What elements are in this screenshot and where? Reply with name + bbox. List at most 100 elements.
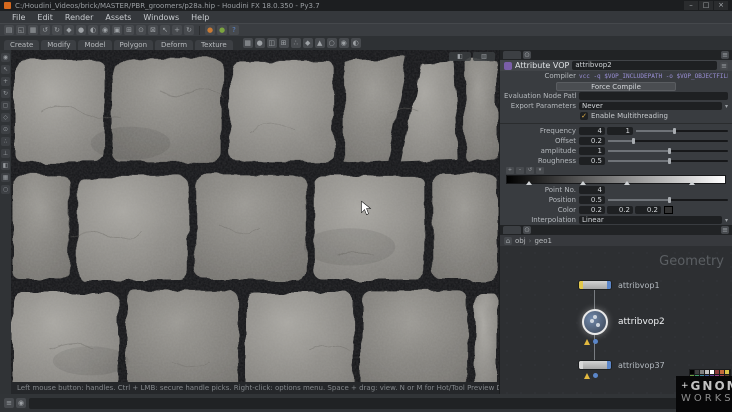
camera-tool-icon[interactable]: ◐ — [350, 38, 361, 48]
ramp-presets-icon[interactable]: ▾ — [536, 166, 544, 174]
roughness-slider[interactable] — [608, 157, 728, 165]
ramp-point-field[interactable]: 4 — [579, 186, 605, 194]
home-icon[interactable]: ⌂ — [504, 236, 512, 245]
null-tool-icon[interactable]: ○ — [326, 38, 337, 48]
platonic-tool-icon[interactable]: ◆ — [302, 38, 313, 48]
ramp-handle[interactable] — [623, 181, 630, 185]
shelf-tab[interactable]: Deform — [155, 40, 194, 50]
frequency-value-field[interactable]: 4 — [579, 127, 605, 135]
palette-swatch[interactable] — [700, 370, 704, 374]
amplitude-value-field[interactable]: 1 — [579, 147, 605, 155]
pin-icon[interactable]: ⊙ — [523, 226, 531, 234]
force-compile-button[interactable]: Force Compile — [556, 81, 676, 91]
ramp-color-swatch[interactable] — [664, 206, 673, 214]
materials-icon[interactable]: ◉ — [100, 25, 110, 35]
view-tool-icon[interactable]: ◉ — [1, 53, 10, 62]
shelf-tab[interactable]: Modify — [41, 40, 77, 50]
export-parameters-dropdown[interactable]: Never — [579, 102, 722, 110]
shelf-tab[interactable]: Texture — [195, 40, 233, 50]
warning-badge-icon[interactable] — [584, 339, 590, 345]
lights-display-icon[interactable]: ○ — [1, 185, 10, 194]
node-label-attribvop2[interactable]: attribvop2 — [618, 317, 665, 327]
network-canvas[interactable]: Geometry attribvop1 attribvop2 attribvop… — [500, 246, 732, 394]
help-icon[interactable]: ? — [229, 25, 239, 35]
status-info-icon[interactable]: ◉ — [16, 398, 26, 408]
amplitude-slider[interactable] — [608, 147, 728, 155]
eval-node-path-field[interactable] — [579, 92, 728, 100]
palette-swatch[interactable] — [705, 370, 709, 374]
dynamics-mode-icon[interactable]: ◐ — [88, 25, 98, 35]
shelf-tab[interactable]: Create — [4, 40, 40, 50]
snap-grid-icon[interactable]: ⊞ — [124, 25, 134, 35]
menu-item[interactable]: File — [6, 13, 31, 22]
shaded-display-icon[interactable]: ◧ — [1, 161, 10, 170]
menu-item[interactable]: Edit — [31, 13, 59, 22]
display-normals-icon[interactable]: ⊥ — [1, 149, 10, 158]
sphere-tool-icon[interactable]: ● — [254, 38, 265, 48]
node-label-attribvop37[interactable]: attribvop37 — [618, 361, 665, 370]
palette-swatch[interactable] — [715, 370, 719, 374]
select-mode-icon[interactable]: ↖ — [160, 25, 170, 35]
frequency-value-field[interactable]: 1 — [607, 127, 633, 135]
wireframe-display-icon[interactable]: ▦ — [1, 173, 10, 182]
curve-tool-icon[interactable]: ∴ — [290, 38, 301, 48]
node-name-field[interactable]: attribvop2 — [572, 61, 717, 70]
camera-menu-icon[interactable]: ▥ — [473, 52, 495, 61]
objects-mode-icon[interactable]: ◆ — [64, 25, 74, 35]
pane-tab[interactable] — [503, 51, 521, 59]
node-flag-display[interactable] — [607, 361, 611, 369]
breadcrumb-geo[interactable]: geo1 — [534, 237, 552, 245]
redo-icon[interactable]: ↻ — [52, 25, 62, 35]
warning-badge-icon[interactable] — [584, 373, 590, 379]
ramp-handle[interactable] — [580, 181, 587, 185]
shelf-tab[interactable]: Model — [78, 40, 112, 50]
ramp-handle[interactable] — [689, 181, 696, 185]
pin-icon[interactable]: ⊙ — [523, 51, 531, 59]
grid-tool-icon[interactable]: ⊞ — [278, 38, 289, 48]
pane-menu-icon[interactable]: ≡ — [721, 226, 729, 234]
info-badge-icon[interactable] — [593, 339, 598, 344]
pane-tab[interactable] — [503, 226, 521, 234]
ramp-add-point-icon[interactable]: + — [506, 166, 514, 174]
minimize-button[interactable]: – — [684, 1, 698, 10]
scene-viewport[interactable]: ◧ ▥ Left mouse button: handles. Ctrl + L… — [11, 50, 499, 394]
ramp-handle[interactable] — [525, 181, 532, 185]
roughness-value-field[interactable]: 0.5 — [579, 157, 605, 165]
compiler-string-field[interactable]: vcc -q $VOP_INCLUDEPATH -o $VOP_OBJECTFI… — [579, 73, 728, 80]
close-button[interactable]: × — [714, 1, 728, 10]
undo-icon[interactable]: ↺ — [40, 25, 50, 35]
hqueue-icon[interactable]: ● — [217, 25, 227, 35]
offset-value-field[interactable]: 0.2 — [579, 137, 605, 145]
gear-icon[interactable]: ≡ — [720, 61, 728, 70]
ramp-gradient[interactable] — [506, 175, 726, 185]
menu-item[interactable]: Windows — [137, 13, 185, 22]
save-scene-icon[interactable]: ▦ — [28, 25, 38, 35]
menu-item[interactable]: Help — [185, 13, 215, 22]
snap-toggle-icon[interactable]: ⊙ — [1, 125, 10, 134]
multithreading-checkbox[interactable]: ✓ — [580, 112, 588, 120]
rotate-tool-icon[interactable]: ↻ — [1, 89, 10, 98]
move-mode-icon[interactable]: + — [172, 25, 182, 35]
shelf-tab[interactable]: Polygon — [113, 40, 154, 50]
node-attribvop1[interactable] — [578, 280, 612, 290]
open-scene-icon[interactable]: ◱ — [16, 25, 26, 35]
render-task-icon[interactable]: ● — [205, 25, 215, 35]
ramp-flip-icon[interactable]: ↺ — [526, 166, 534, 174]
ramp-color-value-field[interactable]: 0.2 — [607, 206, 633, 214]
translate-tool-icon[interactable]: + — [1, 77, 10, 86]
light-tool-icon[interactable]: ◉ — [338, 38, 349, 48]
lsystem-tool-icon[interactable]: ▲ — [314, 38, 325, 48]
palette-swatch[interactable] — [710, 370, 714, 374]
node-flag-display[interactable] — [607, 281, 611, 289]
menu-item[interactable]: Assets — [99, 13, 137, 22]
frequency-slider[interactable] — [636, 127, 728, 135]
ramp-color-value-field[interactable]: 0.2 — [579, 206, 605, 214]
info-badge-icon[interactable] — [593, 373, 598, 378]
offset-slider[interactable] — [608, 137, 728, 145]
node-label-attribvop1[interactable]: attribvop1 — [618, 281, 660, 290]
breadcrumb-obj[interactable]: obj — [515, 237, 526, 245]
ortho-toggle-icon[interactable]: ⊠ — [148, 25, 158, 35]
display-points-icon[interactable]: ∴ — [1, 137, 10, 146]
ramp-position-field[interactable]: 0.5 — [579, 196, 605, 204]
menu-item[interactable]: Render — [59, 13, 99, 22]
